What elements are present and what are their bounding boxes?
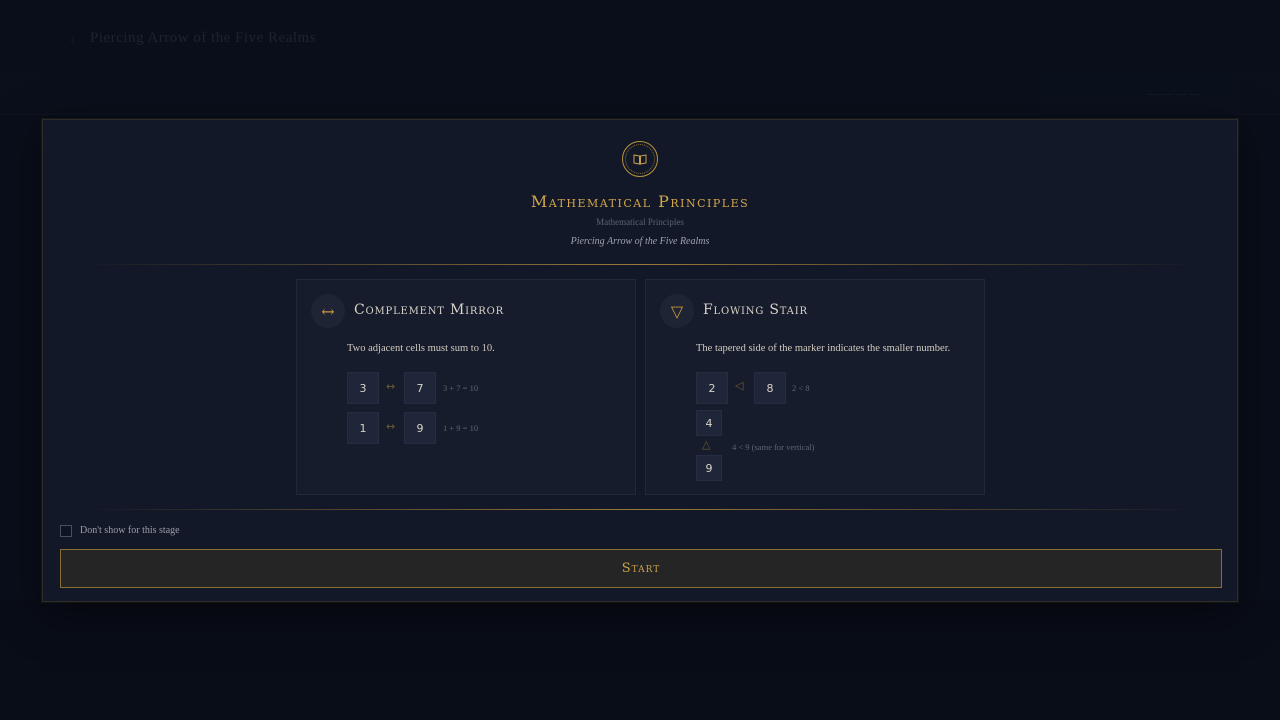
triangle-down-icon: ▽ — [660, 294, 694, 328]
divider-bottom — [83, 509, 1199, 510]
divider-top — [83, 264, 1199, 265]
dont-show-label[interactable]: Don't show for this stage — [80, 525, 180, 536]
example-cell: 7 — [404, 372, 436, 404]
rule-card-complement-mirror: ↔ Complement Mirror Two adjacent cells m… — [296, 279, 636, 495]
triangle-left-icon: ◁ — [735, 379, 744, 392]
example-cell: 2 — [696, 372, 728, 404]
crest — [622, 141, 658, 177]
dialog-title: Mathematical Principles — [530, 192, 750, 211]
example-cell: 3 — [347, 372, 379, 404]
start-button[interactable]: Start — [60, 549, 1222, 588]
example-note: 3 + 7 = 10 — [443, 383, 479, 393]
example-cell: 1 — [347, 412, 379, 444]
rule-card-title: Complement Mirror — [354, 302, 504, 318]
rules-dialog: Mathematical Principles Mathematical Pri… — [42, 119, 1238, 602]
rule-card-description: The tapered side of the marker indicates… — [696, 343, 951, 354]
book-icon — [625, 144, 655, 174]
example-cell: 9 — [696, 455, 722, 481]
example-note: 2 < 8 — [792, 383, 810, 393]
double-arrow-icon: ↔ — [311, 294, 345, 328]
dialog-subtitle: Mathematical Principles — [596, 217, 684, 227]
dont-show-checkbox[interactable] — [60, 525, 72, 537]
rule-card-description: Two adjacent cells must sum to 10. — [347, 343, 495, 354]
rule-card-flowing-stair: ▽ Flowing Stair The tapered side of the … — [645, 279, 985, 495]
example-cell: 8 — [754, 372, 786, 404]
example-note: 4 < 9 (same for vertical) — [732, 442, 815, 452]
double-arrow-icon: ↔ — [386, 380, 396, 393]
double-arrow-icon: ↔ — [386, 420, 396, 433]
example-cell: 4 — [696, 410, 722, 436]
dialog-tagline: Piercing Arrow of the Five Realms — [570, 236, 710, 247]
triangle-up-icon: △ — [702, 438, 711, 451]
example-cell: 9 — [404, 412, 436, 444]
example-note: 1 + 9 = 10 — [443, 423, 479, 433]
rule-card-title: Flowing Stair — [703, 302, 808, 318]
